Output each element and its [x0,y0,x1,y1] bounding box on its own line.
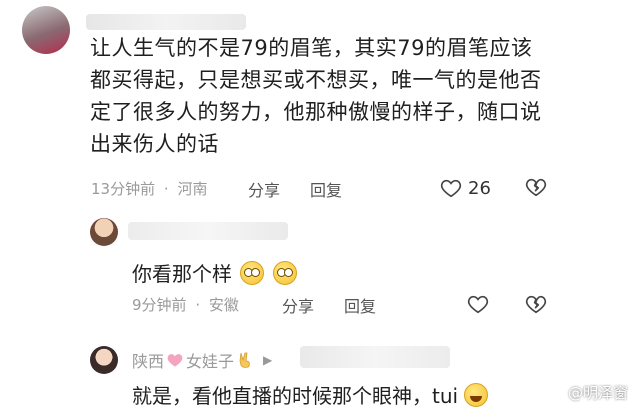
timestamp: 13分钟前 [91,180,156,198]
watermark: @明泽窗 [567,384,628,402]
victory-hand-emoji-icon [237,351,253,369]
comment-text-line: 都买得起，只是想买或不想买，唯一气的是他否 [90,68,542,92]
share-button[interactable]: 分享 [282,293,314,317]
avatar[interactable] [22,6,70,54]
reply-button[interactable]: 回复 [310,177,342,201]
like-button[interactable]: 26 [440,176,491,200]
comment-text-line: 定了很多人的努力，他那种傲慢的样子，随口说 [90,100,542,124]
heart-emoji-icon [166,352,184,368]
reply-text-content: 就是，看他直播的时候那个眼神，tui [132,384,459,408]
reply-text-content: 你看那个样 [132,262,232,286]
comment-meta: 13分钟前 · 河南 [91,178,207,199]
share-button[interactable]: 分享 [248,177,280,201]
separator: · [195,296,201,314]
username-part: 女娃子 [186,352,235,371]
avatar[interactable] [90,218,118,246]
broken-heart-icon [525,293,547,315]
heart-icon [440,177,462,199]
eye-roll-emoji-icon [240,261,265,285]
reply-button[interactable]: 回复 [344,293,376,317]
eye-roll-emoji-icon [272,261,297,285]
username-blurred[interactable] [86,14,246,30]
location: 安徽 [208,296,239,314]
reply-username[interactable]: 陕西 女娃子 ▶ [132,348,272,372]
broken-heart-icon [525,176,547,198]
comment-text-line: 让人生气的不是79的眉笔，其实79的眉笔应该 [90,36,533,60]
timestamp: 9分钟前 [132,296,187,314]
dislike-button[interactable] [525,176,547,202]
reply-arrow-icon: ▶ [263,353,273,367]
comment-text: 让人生气的不是79的眉笔，其实79的眉笔应该 都买得起，只是想买或不想买，唯一气… [90,32,630,160]
avatar[interactable] [90,346,118,374]
like-count: 26 [468,177,491,199]
separator: · [163,180,169,198]
heart-icon [467,293,489,315]
username-part: 陕西 [132,352,165,371]
comment-text-line: 出来伤人的话 [90,132,219,156]
reply-target-blurred[interactable] [300,346,450,368]
username-blurred[interactable] [128,222,288,240]
reply-text: 你看那个样 [132,258,297,287]
reply-meta: 9分钟前 · 安徽 [132,294,239,315]
dislike-button[interactable] [525,293,547,319]
location: 河南 [177,180,208,198]
like-button[interactable] [467,293,489,319]
reply-text: 就是，看他直播的时候那个眼神，tui [132,380,489,409]
laughing-emoji-icon [464,383,489,407]
